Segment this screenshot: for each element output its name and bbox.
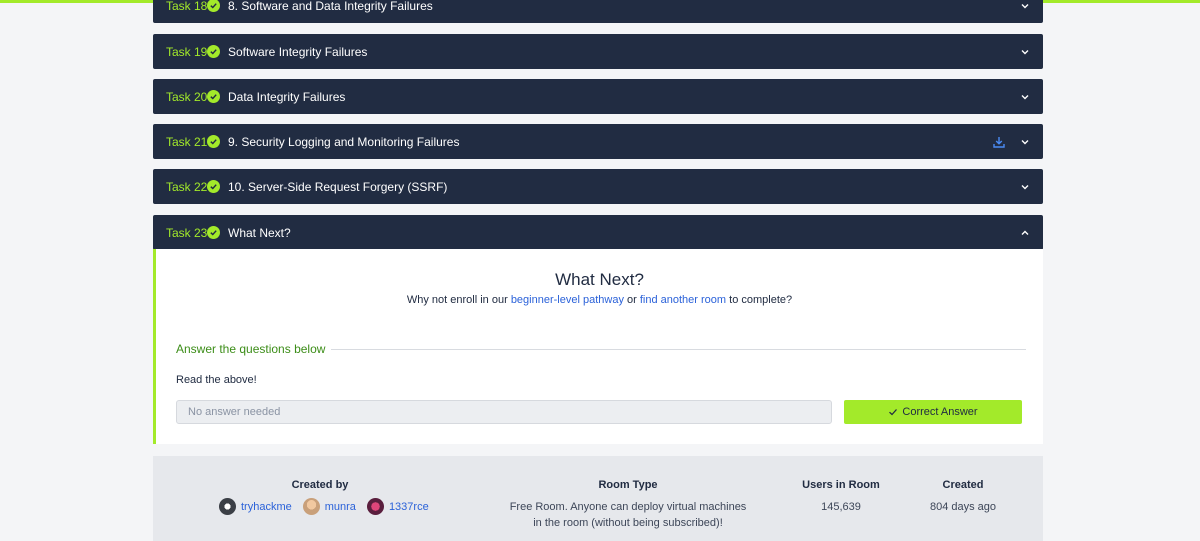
check-circle-icon [207, 90, 220, 103]
task-number: Task 22 [166, 179, 208, 194]
panel-subtitle: Why not enroll in our beginner-level pat… [156, 294, 1043, 306]
question-text: Read the above! [176, 374, 257, 386]
task-22-header[interactable]: Task 22 10. Server-Side Request Forgery … [153, 169, 1043, 204]
answer-input[interactable] [176, 400, 832, 424]
panel-title: What Next? [555, 270, 644, 289]
check-circle-icon [207, 45, 220, 58]
task-19-header[interactable]: Task 19 Software Integrity Failures [153, 34, 1043, 69]
users-in-room-label: Users in Room [802, 479, 880, 491]
avatar [219, 498, 236, 515]
chevron-down-icon[interactable] [1019, 46, 1031, 58]
button-label: Correct Answer [902, 406, 978, 418]
created-value: 804 days ago [929, 501, 997, 513]
chevron-down-icon[interactable] [1019, 91, 1031, 103]
check-circle-icon [207, 135, 220, 148]
task-title: 8. Software and Data Integrity Failures [228, 0, 433, 13]
chevron-down-icon[interactable] [1019, 181, 1031, 193]
check-circle-icon [207, 226, 220, 239]
creator-name: munra [324, 500, 356, 513]
avatar [302, 498, 320, 515]
find-room-link[interactable]: find another room [640, 294, 726, 306]
avatar [366, 498, 384, 515]
task-21-header[interactable]: Task 21 9. Security Logging and Monitori… [153, 124, 1043, 159]
task-18-header[interactable]: Task 18 8. Software and Data Integrity F… [153, 0, 1043, 23]
subtitle-mid: or [627, 294, 637, 306]
creators-list: tryhackme munra 1337rce [219, 498, 440, 515]
subtitle-prefix: Why not enroll in our [406, 294, 508, 306]
creator-name: tryhackme [241, 500, 292, 513]
task-title: 9. Security Logging and Monitoring Failu… [228, 134, 460, 149]
task-number: Task 23 [166, 225, 208, 240]
room-type-line: Free Room. Anyone can deploy virtual mac… [509, 501, 747, 513]
room-type-line: in the room (without being subscribed)! [533, 517, 723, 529]
task-number: Task 21 [166, 134, 208, 149]
creator-name: 1337rce [388, 500, 429, 513]
task-title: Data Integrity Failures [228, 89, 346, 104]
room-type-label: Room Type [598, 479, 658, 491]
creator-munra[interactable]: munra [302, 498, 356, 515]
questions-heading: Answer the questions below [176, 342, 326, 356]
task-number: Task 20 [166, 89, 208, 104]
divider [331, 349, 1026, 350]
task-title: 10. Server-Side Request Forgery (SSRF) [228, 179, 448, 194]
task-title: Software Integrity Failures [228, 44, 368, 59]
created-label: Created [942, 479, 984, 491]
download-icon[interactable] [992, 135, 1006, 149]
check-circle-icon [207, 0, 220, 12]
check-icon [888, 407, 898, 417]
room-type-value: Free Room. Anyone can deploy virtual mac… [498, 499, 758, 531]
correct-answer-button[interactable]: Correct Answer [844, 400, 1022, 424]
task-title: What Next? [228, 225, 291, 240]
chevron-up-icon[interactable] [1019, 227, 1031, 239]
task-number: Task 19 [166, 44, 208, 59]
check-circle-icon [207, 180, 220, 193]
users-in-room-value: 145,639 [821, 501, 861, 513]
creator-1337rce[interactable]: 1337rce [366, 498, 429, 515]
chevron-down-icon[interactable] [1019, 0, 1031, 12]
created-by-label: Created by [291, 479, 349, 491]
task-23-panel: What Next? Why not enroll in our beginne… [153, 249, 1043, 444]
creator-tryhackme[interactable]: tryhackme [219, 498, 292, 515]
task-23-header[interactable]: Task 23 What Next? [153, 215, 1043, 250]
chevron-down-icon[interactable] [1019, 136, 1031, 148]
beginner-pathway-link[interactable]: beginner-level pathway [511, 294, 624, 306]
room-info: Created by tryhackme munra 1337rce Room … [153, 456, 1043, 541]
subtitle-suffix: to complete? [729, 294, 793, 306]
task-number: Task 18 [166, 0, 208, 13]
task-20-header[interactable]: Task 20 Data Integrity Failures [153, 79, 1043, 114]
